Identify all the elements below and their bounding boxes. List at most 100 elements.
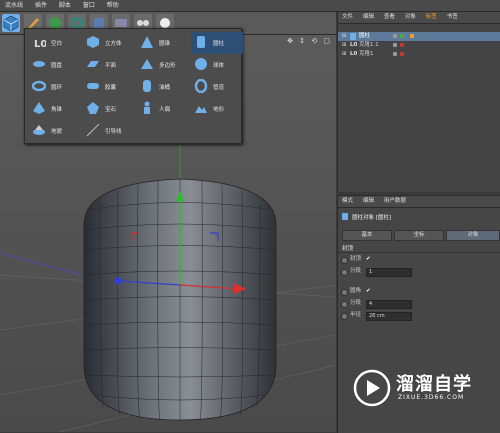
am-menu-edit[interactable]: 编辑 [359,196,378,207]
animate-radio[interactable] [341,289,348,296]
attr-cap-segments: 分段 1 [338,267,500,277]
menu-script[interactable]: 脚本 [54,0,76,11]
section-divider [338,252,500,253]
attr-fillet-segments: 分段 4 [338,299,500,309]
dropdown-item-capsule[interactable]: 胶囊 [83,76,135,98]
dropdown-item-cone[interactable]: 圆锥 [137,32,189,54]
object-title: 圆柱对象 [圆柱] [352,215,392,221]
tree-item-cylinder[interactable]: ⊟ 圆柱 [338,32,500,41]
cube-tool-button[interactable] [2,14,20,32]
tab-basic[interactable]: 基本 [342,230,392,241]
cone-icon [140,35,154,49]
fillet-checkbox[interactable]: ✔ [366,287,371,296]
dropdown-item-label: 角锥 [51,107,63,113]
om-menu-bookmarks[interactable]: 书签 [443,12,462,23]
plane-icon [86,57,100,71]
pyramid-icon [32,101,46,115]
om-menu-object[interactable]: 对象 [401,12,420,23]
om-menu-tags[interactable]: 标签 [422,12,441,23]
menu-pipeline[interactable]: 流水线 [0,0,28,11]
expand-icon: ⊟ [342,33,347,39]
disabled-icon[interactable] [400,52,404,56]
om-menu-view[interactable]: 查看 [380,12,399,23]
dropdown-item-label: 圆锥 [159,41,171,47]
tree-item-cloner-1-1[interactable]: ⊞ L0 克隆1.1 [338,41,500,50]
cylinder-icon [194,35,208,49]
om-menu-file[interactable]: 文件 [338,12,357,23]
menubar: 流水线 插件 脚本 窗口 帮助 [0,0,500,12]
relief-icon [32,123,46,137]
capsule-icon [86,79,100,93]
tree-item-label: 克隆1.1 [359,42,379,48]
torus-icon [31,79,47,93]
cap-segments-field[interactable]: 1 [366,268,412,277]
oil-tank-icon [140,79,154,93]
disc-icon [32,57,46,71]
object-manager-menu: 文件 编辑 查看 对象 标签 书签 [338,12,500,24]
dropdown-item-label: 引导线 [105,129,122,135]
dropdown-item-figure[interactable]: 人偶 [137,98,189,120]
tab-object[interactable]: 对象 [446,230,500,241]
dropdown-item-disc[interactable]: 圆盘 [29,54,81,76]
fillet-radius-field[interactable]: 28 cm [366,312,412,321]
menu-plugins[interactable]: 插件 [30,0,52,11]
dropdown-item-plane[interactable]: 平面 [83,54,135,76]
cube-icon [3,15,19,32]
menu-window[interactable]: 窗口 [78,0,100,11]
disabled-icon[interactable] [400,43,404,47]
watermark-subtitle: ZIXUE.3D66.COM [398,394,465,401]
dropdown-item-tube[interactable]: 管道 [191,76,243,98]
dropdown-item-label: 球体 [213,63,225,69]
om-menu-edit[interactable]: 编辑 [359,12,378,23]
dropdown-item-relief[interactable]: 地貌 [29,120,81,142]
tab-coordinates[interactable]: 坐标 [394,230,444,241]
dropdown-item-label: 空白 [51,41,63,47]
animate-radio[interactable] [341,269,348,276]
dropdown-item-label: 油桶 [159,85,171,91]
watermark-logo-icon [353,369,391,407]
primitive-dropdown: L0 空白 立方体 圆锥 圆柱圆盘 平面 多边形 球体圆环 胶囊 油桶 管道角锥 宝石 人偶 地形地貌 引导… [24,28,243,144]
dropdown-item-label: 胶囊 [105,85,117,91]
dropdown-item-polygon[interactable]: 多边形 [137,54,189,76]
dropdown-item-label: 人偶 [159,107,171,113]
animate-radio[interactable] [341,257,348,264]
dropdown-item-platonic[interactable]: 宝石 [83,98,135,120]
visibility-icon[interactable] [393,52,397,56]
am-menu-mode[interactable]: 模式 [338,196,357,207]
menu-help[interactable]: 帮助 [102,0,124,11]
tree-item-cloner-1[interactable]: ⊞ L0 克隆1 [338,50,500,59]
fillet-segments-field[interactable]: 4 [366,300,412,309]
animate-radio[interactable] [341,313,348,320]
dropdown-item-sphere[interactable]: 球体 [191,54,243,76]
dropdown-item-landscape[interactable]: 地形 [191,98,243,120]
expand-icon: ⊞ [342,42,347,48]
watermark-title: 溜溜自学 [396,374,472,395]
attr-caps: 封顶 ✔ [338,255,500,264]
platonic-icon [86,101,100,115]
attribute-manager-menu: 模式 编辑 用户数据 [338,196,500,208]
cylinder-icon [342,213,348,220]
z-axis-handle[interactable] [114,277,122,285]
dropdown-item-cube[interactable]: 立方体 [83,32,135,54]
dropdown-item-cylinder[interactable]: 圆柱 [191,32,243,54]
dropdown-item-null[interactable]: L0 空白 [29,32,81,54]
landscape-icon [194,101,208,115]
tag-icon[interactable] [410,34,414,38]
dropdown-item-label: 地貌 [51,129,63,135]
null-object-icon: L0 [350,51,358,57]
animate-radio[interactable] [341,301,348,308]
dropdown-item-torus[interactable]: 圆环 [29,76,81,98]
cylinder-icon [350,33,356,40]
dropdown-item-guide[interactable]: 引导线 [83,120,135,142]
enabled-icon[interactable] [400,34,404,38]
caps-checkbox[interactable]: ✔ [366,255,371,264]
dropdown-item-oil-tank[interactable]: 油桶 [137,76,189,98]
dropdown-item-label: 多边形 [159,63,176,69]
visibility-icon[interactable] [393,34,397,38]
am-menu-userdata[interactable]: 用户数据 [380,196,410,207]
visibility-icon[interactable] [393,43,397,47]
attr-label: 圆角 [350,288,362,294]
dropdown-item-pyramid[interactable]: 角锥 [29,98,81,120]
dropdown-item-label: 宝石 [105,107,117,113]
cube-icon [86,35,100,49]
